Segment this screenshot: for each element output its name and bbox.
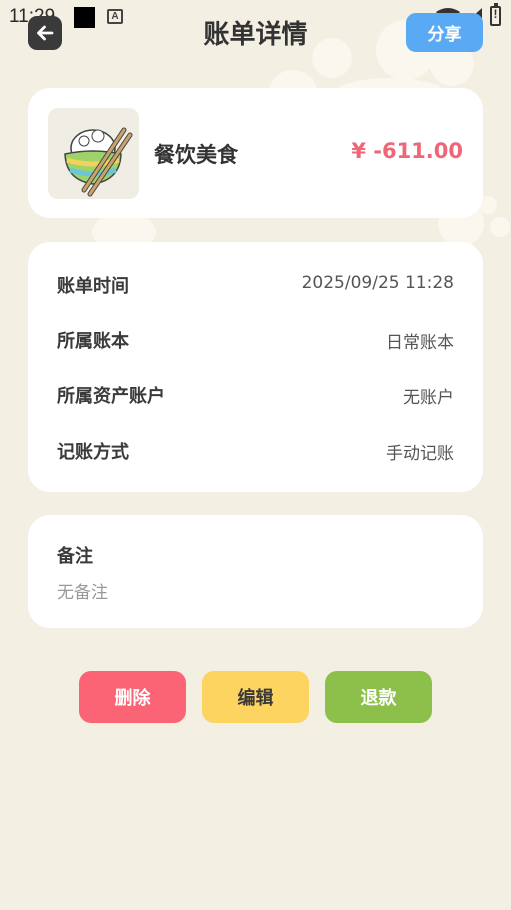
rice-bowl-icon bbox=[48, 108, 139, 199]
note-value: 无备注 bbox=[57, 583, 108, 603]
detail-row-account[interactable]: 所属资产账户 无账户 bbox=[57, 382, 454, 408]
delete-button[interactable]: 删除 bbox=[79, 671, 186, 723]
detail-value: 2025/09/25 11:28 bbox=[301, 273, 454, 293]
share-button[interactable]: 分享 bbox=[406, 13, 483, 52]
detail-row-ledger[interactable]: 所属账本 日常账本 bbox=[57, 327, 454, 353]
background-bubble bbox=[490, 217, 510, 237]
detail-label: 所属账本 bbox=[57, 331, 129, 352]
amount-value: ¥ -611.00 bbox=[351, 139, 463, 163]
details-card: 账单时间 2025/09/25 11:28 所属账本 日常账本 所属资产账户 无… bbox=[28, 242, 483, 492]
note-label: 备注 bbox=[57, 546, 93, 567]
category-name: 餐饮美食 bbox=[154, 143, 238, 167]
detail-row-time: 账单时间 2025/09/25 11:28 bbox=[57, 272, 454, 297]
detail-label: 账单时间 bbox=[57, 276, 129, 297]
detail-label: 所属资产账户 bbox=[57, 386, 165, 407]
detail-value: 无账户 bbox=[403, 388, 454, 408]
detail-value: 手动记账 bbox=[386, 444, 454, 464]
note-card: 备注 无备注 bbox=[28, 515, 483, 628]
category-card: 餐饮美食 ¥ -611.00 bbox=[28, 88, 483, 218]
refund-button[interactable]: 退款 bbox=[325, 671, 432, 723]
edit-button[interactable]: 编辑 bbox=[202, 671, 309, 723]
detail-row-method: 记账方式 手动记账 bbox=[57, 438, 454, 464]
detail-value: 日常账本 bbox=[386, 333, 454, 353]
detail-label: 记账方式 bbox=[57, 442, 129, 463]
